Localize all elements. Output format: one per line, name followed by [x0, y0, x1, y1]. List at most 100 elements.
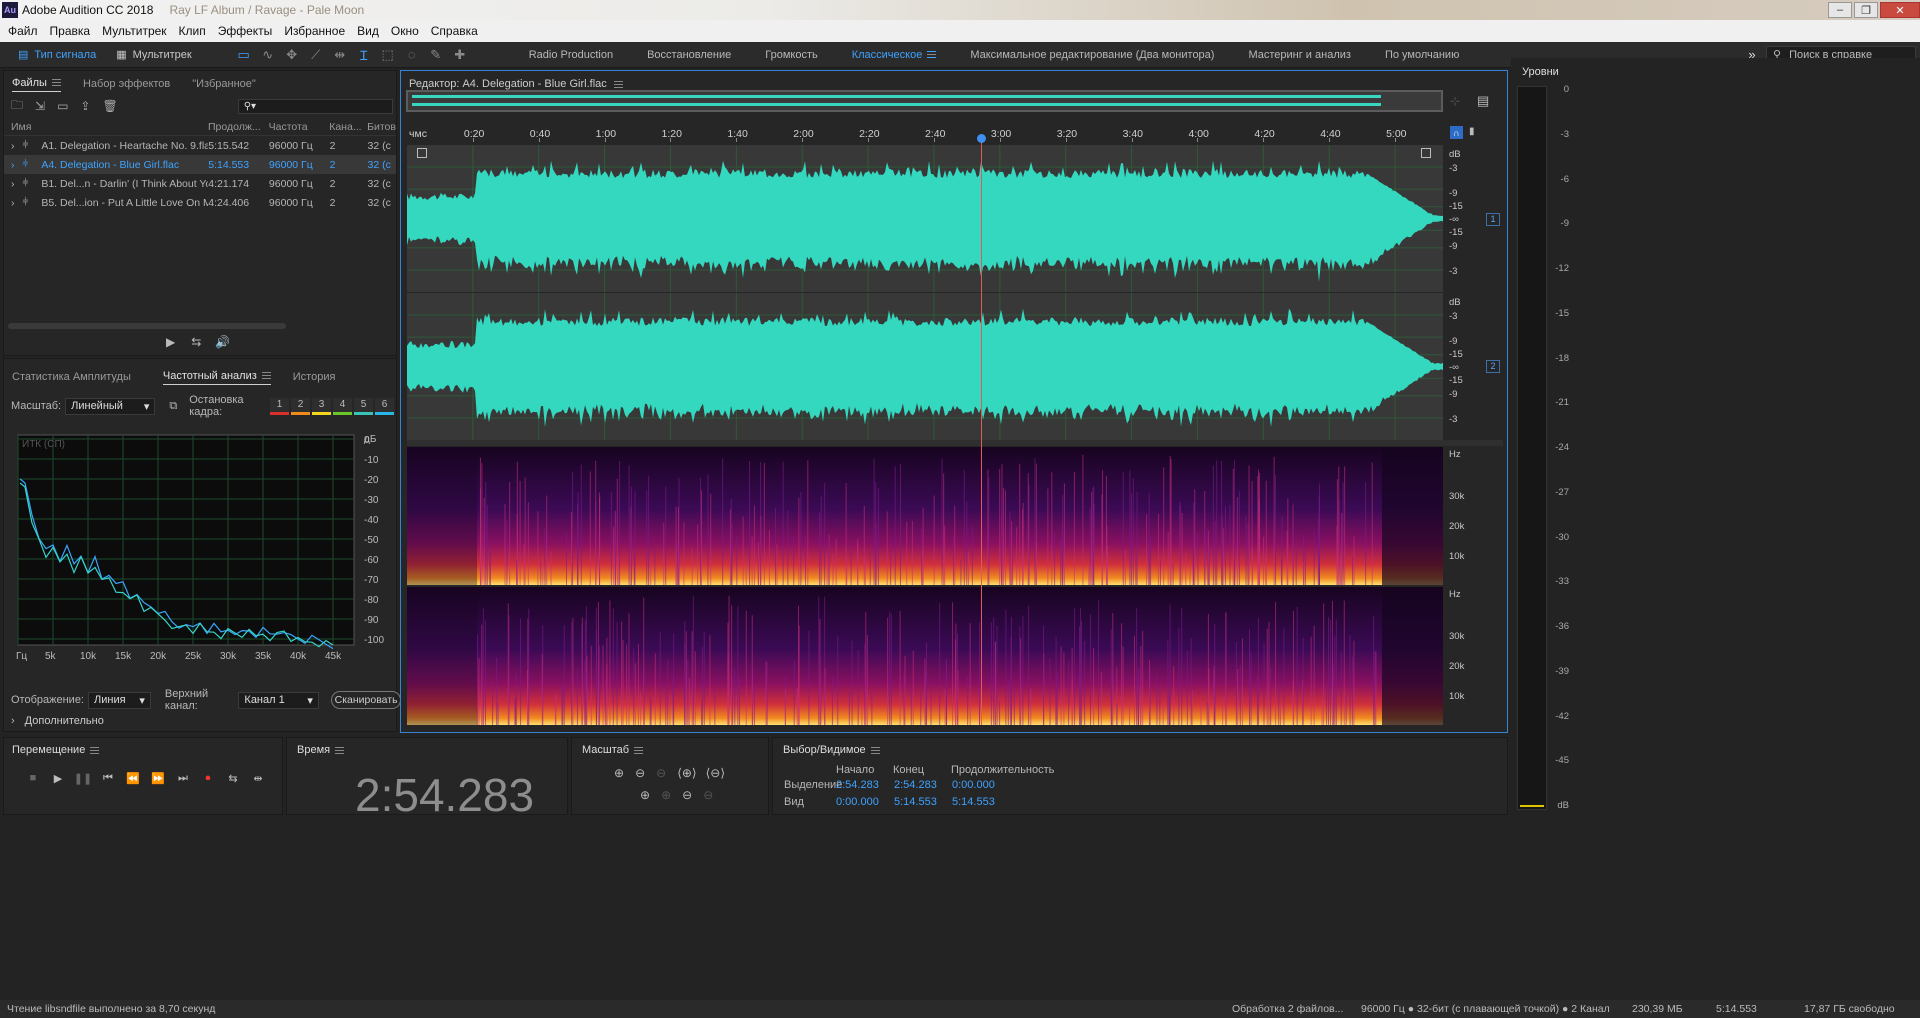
- waveform-channel-1[interactable]: [407, 145, 1443, 292]
- new-file-icon[interactable]: ▭: [57, 99, 68, 113]
- time-selection-tool-icon[interactable]: Ɪ: [354, 45, 374, 65]
- draw-envelope-icon[interactable]: [417, 148, 427, 158]
- workspace-loudness[interactable]: Громкость: [765, 49, 817, 61]
- marker-icon[interactable]: ▮: [1469, 126, 1475, 137]
- panel-menu-icon[interactable]: [90, 746, 100, 754]
- insert-multitrack-icon[interactable]: ⇪: [80, 99, 90, 113]
- tab-amplitude-stats[interactable]: Статистика Амплитуды: [12, 371, 131, 383]
- menu-edit[interactable]: Правка: [44, 24, 97, 38]
- time-ruler[interactable]: чмс 0:20 0:40 1:00 1:20 1:40 2:00 2:20 2:40 3:00…: [407, 124, 1443, 142]
- zoom-in-left-icon[interactable]: ⊕: [661, 788, 671, 802]
- panel-menu-icon[interactable]: [870, 746, 880, 754]
- table-row[interactable]: › ⫩ B5. Del...ion - Put A Little Love On M…: [4, 193, 396, 212]
- go-to-end-icon[interactable]: ⏭: [172, 768, 194, 788]
- close-button[interactable]: ✕: [1880, 2, 1920, 18]
- col-duration[interactable]: Продолж...: [208, 121, 269, 133]
- channel-1-badge[interactable]: 1: [1486, 213, 1500, 226]
- scale-select[interactable]: Линейный ▾: [65, 397, 156, 415]
- workspace-restoration[interactable]: Восстановление: [647, 49, 731, 61]
- freeze-button-6[interactable]: 6: [375, 397, 394, 415]
- menu-help[interactable]: Справка: [425, 24, 484, 38]
- spectrogram-channel-2[interactable]: [407, 587, 1443, 725]
- files-scrollbar[interactable]: [8, 323, 286, 329]
- channel-select[interactable]: Канал 1 ▾: [238, 691, 319, 709]
- playhead-handle-icon[interactable]: [976, 134, 986, 143]
- panel-layout-icon[interactable]: ▤: [1477, 93, 1489, 109]
- panel-menu-icon[interactable]: [634, 746, 644, 754]
- marquee-tool-icon[interactable]: ⬚: [378, 45, 398, 65]
- menu-clip[interactable]: Клип: [173, 24, 212, 38]
- panel-menu-icon[interactable]: [335, 746, 345, 754]
- brush-tool-icon[interactable]: ✎: [426, 45, 446, 65]
- record-icon[interactable]: ●: [197, 768, 219, 788]
- current-time-display[interactable]: 2:54.283: [355, 768, 534, 822]
- col-rate[interactable]: Частота: [269, 121, 330, 133]
- menu-multitrack[interactable]: Мультитрек: [96, 24, 172, 38]
- menu-window[interactable]: Окно: [385, 24, 425, 38]
- monitor-icon[interactable]: ∩: [1450, 126, 1463, 139]
- overview-navigator[interactable]: [406, 90, 1443, 112]
- zoom-selection-icon[interactable]: ⊕: [640, 788, 650, 802]
- zoom-out-right-icon[interactable]: ⊖: [703, 788, 713, 802]
- go-to-start-icon[interactable]: ⏮: [97, 768, 119, 788]
- stop-icon[interactable]: ■: [22, 768, 44, 788]
- fast-forward-icon[interactable]: ⏩: [147, 768, 169, 788]
- tab-files[interactable]: Файлы: [12, 77, 61, 92]
- files-search-input[interactable]: ⚲▾: [237, 98, 393, 114]
- spectral-view-icon[interactable]: ▭: [234, 45, 254, 65]
- view-start-value[interactable]: 0:00.000: [836, 796, 879, 808]
- selection-start-value[interactable]: 2:54.283: [836, 779, 879, 791]
- slip-tool-icon[interactable]: ⇹: [330, 45, 350, 65]
- delete-icon[interactable]: 🗑: [102, 99, 117, 113]
- maximize-button[interactable]: ❐: [1854, 2, 1878, 18]
- workspace-mastering[interactable]: Мастеринг и анализ: [1248, 49, 1350, 61]
- freeze-button-2[interactable]: 2: [291, 397, 310, 415]
- waveform-view-button[interactable]: ▤ Тип сигнала: [10, 45, 104, 65]
- menu-favorites[interactable]: Избранное: [278, 24, 351, 38]
- view-end-value[interactable]: 5:14.553: [894, 796, 937, 808]
- freeze-button-3[interactable]: 3: [312, 397, 331, 415]
- multitrack-view-button[interactable]: ▦ Мультитрек: [108, 45, 200, 65]
- spectrogram-channel-1[interactable]: [407, 447, 1443, 585]
- waveform-channel-2[interactable]: [407, 293, 1443, 440]
- lasso-tool-icon[interactable]: ◌: [402, 45, 422, 65]
- selection-end-value[interactable]: 2:54.283: [894, 779, 937, 791]
- preview-play-icon[interactable]: ▶: [166, 335, 175, 349]
- tab-favorites[interactable]: "Избранное": [192, 78, 256, 90]
- move-tool-icon[interactable]: ✥: [282, 45, 302, 65]
- menu-file[interactable]: Файл: [2, 24, 44, 38]
- play-icon[interactable]: ▶: [47, 768, 69, 788]
- zoom-in-overview-icon[interactable]: ⊹: [1450, 94, 1460, 108]
- table-row[interactable]: › ⫩ A1. Delegation - Heartache No. 9.flac 5…: [4, 136, 396, 155]
- scan-button[interactable]: Сканировать: [330, 691, 402, 709]
- playhead-line[interactable]: [980, 137, 982, 725]
- freeze-button-4[interactable]: 4: [333, 397, 352, 415]
- zoom-in-amplitude-icon[interactable]: ⊕: [614, 766, 624, 780]
- healing-tool-icon[interactable]: ✚: [450, 45, 470, 65]
- freeze-button-1[interactable]: 1: [270, 397, 289, 415]
- view-duration-value[interactable]: 5:14.553: [952, 796, 995, 808]
- zoom-in-time-icon[interactable]: ⟨⊕⟩: [677, 766, 696, 780]
- zoom-out-amplitude-icon[interactable]: ⊖: [635, 766, 645, 780]
- razor-tool-icon[interactable]: ⟋: [306, 45, 326, 65]
- zoom-out-left-icon[interactable]: ⊖: [682, 788, 692, 802]
- table-row[interactable]: › ⫩ B1. Del...n - Darlin' (I Think About Y…: [4, 174, 396, 193]
- workspace-radio-production[interactable]: Radio Production: [529, 49, 613, 61]
- tab-frequency-analysis[interactable]: Частотный анализ: [162, 370, 271, 385]
- workspace-default[interactable]: По умолчанию: [1385, 49, 1459, 61]
- view-splitter[interactable]: [407, 440, 1503, 446]
- zoom-out-time-icon[interactable]: ⟨⊖⟩: [706, 766, 725, 780]
- table-row[interactable]: › ⫩ A4. Delegation - Blue Girl.flac 5:14.55…: [4, 155, 396, 174]
- rewind-icon[interactable]: ⏪: [122, 768, 144, 788]
- display-select[interactable]: Линия ▾: [88, 691, 151, 709]
- channel-2-badge[interactable]: 2: [1486, 360, 1500, 373]
- workspace-max-edit[interactable]: Максимальное редактирование (Два монитор…: [970, 49, 1214, 61]
- tab-effects-rack[interactable]: Набор эффектов: [83, 78, 170, 90]
- pitch-view-icon[interactable]: ∿: [258, 45, 278, 65]
- workspace-menu-icon[interactable]: [927, 51, 937, 59]
- tab-history[interactable]: История: [293, 371, 336, 383]
- col-channels[interactable]: Кана...: [329, 121, 367, 133]
- preview-loop-icon[interactable]: ⇆: [191, 335, 201, 349]
- panel-menu-icon[interactable]: [613, 80, 623, 88]
- workspace-classic[interactable]: Классическое: [852, 49, 937, 61]
